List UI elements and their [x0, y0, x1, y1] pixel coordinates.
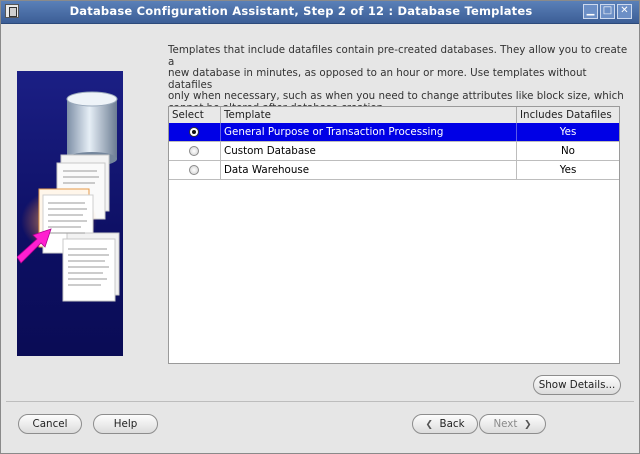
wizard-illustration — [17, 71, 123, 356]
column-header-select[interactable]: Select — [169, 107, 221, 123]
cancel-button[interactable]: Cancel — [18, 414, 82, 434]
database-documents-illustration — [17, 91, 120, 302]
table-row[interactable]: Custom Database No — [169, 142, 619, 161]
table-header: Select Template Includes Datafiles — [169, 107, 619, 124]
back-button[interactable]: ❮ Back — [412, 414, 478, 434]
template-name-cell: Custom Database — [221, 142, 517, 160]
includes-datafiles-cell: Yes — [559, 126, 577, 138]
template-radio[interactable] — [189, 146, 199, 156]
templates-table: Select Template Includes Datafiles Gener… — [168, 106, 620, 364]
includes-datafiles-cell: Yes — [559, 164, 577, 176]
back-button-label: Back — [439, 418, 465, 430]
window-title: Database Configuration Assistant, Step 2… — [69, 4, 533, 18]
template-name-cell: General Purpose or Transaction Processin… — [221, 123, 517, 141]
footer-divider — [6, 401, 634, 402]
next-button-label: Next — [493, 418, 518, 430]
table-row[interactable]: General Purpose or Transaction Processin… — [169, 123, 619, 142]
template-radio-selected[interactable] — [189, 127, 199, 137]
left-chevron-icon: ❮ — [425, 420, 433, 430]
column-header-template[interactable]: Template — [221, 107, 517, 123]
maximize-button[interactable]: □ — [600, 4, 615, 19]
help-button[interactable]: Help — [93, 414, 158, 434]
template-radio[interactable] — [189, 165, 199, 175]
select-cell — [169, 142, 221, 160]
show-details-button[interactable]: Show Details... — [533, 375, 621, 395]
includes-datafiles-cell: No — [560, 145, 575, 157]
dbca-window: Database Configuration Assistant, Step 2… — [0, 0, 640, 454]
close-button[interactable]: ✕ — [617, 4, 632, 19]
minimize-button[interactable]: ▁ — [583, 4, 598, 19]
column-header-includes-datafiles[interactable]: Includes Datafiles — [517, 107, 619, 123]
next-button[interactable]: Next ❯ — [479, 414, 546, 434]
template-name-cell: Data Warehouse — [221, 161, 517, 179]
select-cell — [169, 123, 221, 141]
templates-description: Templates that include datafiles contain… — [168, 44, 628, 113]
table-row[interactable]: Data Warehouse Yes — [169, 161, 619, 180]
title-bar[interactable]: Database Configuration Assistant, Step 2… — [1, 1, 639, 24]
right-chevron-icon: ❯ — [524, 420, 532, 430]
select-cell — [169, 161, 221, 179]
